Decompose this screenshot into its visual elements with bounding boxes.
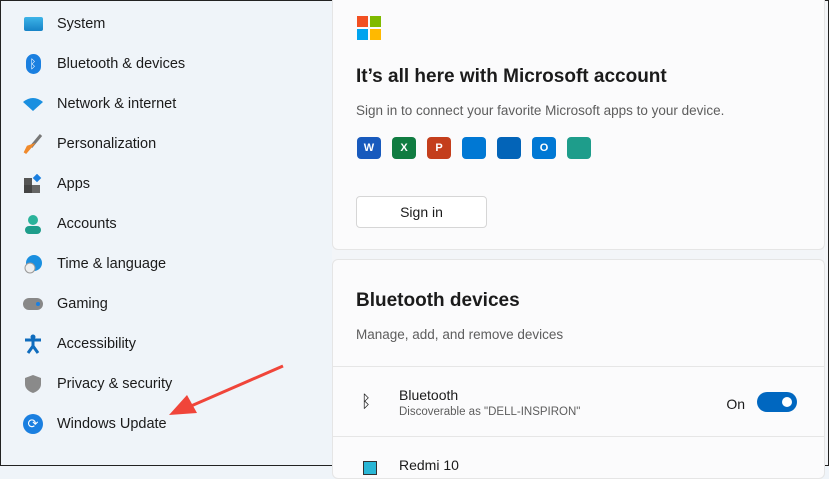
bluetooth-icon: ᛒ: [23, 54, 43, 74]
card-title: It’s all here with Microsoft account: [356, 66, 667, 87]
update-icon: ⟳: [23, 414, 43, 434]
system-icon: [23, 14, 43, 34]
sidebar-item-personalization[interactable]: Personalization: [23, 129, 156, 159]
excel-icon: X: [392, 137, 416, 159]
sidebar-item-apps[interactable]: Apps: [23, 169, 90, 199]
sidebar-item-accessibility[interactable]: Accessibility: [23, 329, 136, 359]
bluetooth-devices-card: Bluetooth devices Manage, add, and remov…: [332, 259, 825, 479]
divider: [333, 366, 824, 367]
sidebar-item-label: Time & language: [57, 256, 167, 272]
powerpoint-icon: P: [427, 137, 451, 159]
sidebar-item-network[interactable]: Network & internet: [23, 89, 176, 119]
sidebar-item-accounts[interactable]: Accounts: [23, 209, 117, 239]
person-icon: [23, 214, 43, 234]
app-icons: WXP O: [357, 137, 591, 159]
defender-icon: [462, 137, 486, 159]
device-name: Redmi 10: [399, 457, 459, 473]
accessibility-icon: [23, 334, 43, 354]
microsoft-logo: [357, 16, 381, 40]
card-title: Bluetooth devices: [356, 290, 520, 311]
sidebar-item-label: Personalization: [57, 136, 157, 152]
main-content: It’s all here with Microsoft account Sig…: [332, 0, 828, 479]
sidebar-item-label: Accessibility: [57, 336, 136, 352]
sidebar-item-label: Privacy & security: [57, 376, 173, 392]
sidebar-item-label: Accounts: [57, 216, 117, 232]
sign-in-button[interactable]: Sign in: [356, 196, 487, 228]
sidebar-item-label: Network & internet: [57, 96, 177, 112]
globe-clock-icon: [23, 254, 43, 274]
annotation-arrow: [169, 364, 284, 415]
sidebar-item-label: Gaming: [57, 296, 108, 312]
shield-icon: [23, 374, 43, 394]
apps-icon: [23, 174, 43, 194]
sidebar-item-label: System: [57, 16, 106, 32]
sidebar-item-time-language[interactable]: Time & language: [23, 249, 166, 279]
family-icon: [567, 137, 591, 159]
sidebar-item-system[interactable]: System: [23, 9, 105, 39]
sidebar: System ᛒ Bluetooth & devices Network & in…: [1, 1, 331, 467]
brush-icon: [23, 134, 43, 154]
divider: [333, 436, 824, 437]
bluetooth-subtitle: Discoverable as "DELL-INSPIRON": [399, 406, 581, 418]
microsoft-account-card: It’s all here with Microsoft account Sig…: [332, 0, 825, 250]
outlook-icon: O: [532, 137, 556, 159]
sidebar-item-label: Bluetooth & devices: [57, 56, 186, 72]
wifi-icon: [23, 94, 43, 114]
sidebar-item-windows-update[interactable]: ⟳ Windows Update: [23, 409, 167, 439]
onedrive-icon: [497, 137, 521, 159]
sidebar-item-label: Apps: [57, 176, 91, 192]
sidebar-item-label: Windows Update: [57, 416, 167, 432]
bluetooth-toggle[interactable]: [757, 392, 797, 412]
sidebar-item-bluetooth[interactable]: ᛒ Bluetooth & devices: [23, 49, 185, 79]
toggle-state-label: On: [726, 396, 745, 412]
bluetooth-icon: ᛒ: [361, 392, 372, 411]
card-subtitle: Manage, add, and remove devices: [356, 327, 564, 342]
sidebar-item-gaming[interactable]: Gaming: [23, 289, 108, 319]
phone-icon: [363, 461, 377, 475]
sidebar-item-privacy[interactable]: Privacy & security: [23, 369, 172, 399]
gamepad-icon: [23, 294, 43, 314]
word-icon: W: [357, 137, 381, 159]
card-subtitle: Sign in to connect your favorite Microso…: [356, 103, 725, 118]
bluetooth-title: Bluetooth: [399, 387, 459, 403]
